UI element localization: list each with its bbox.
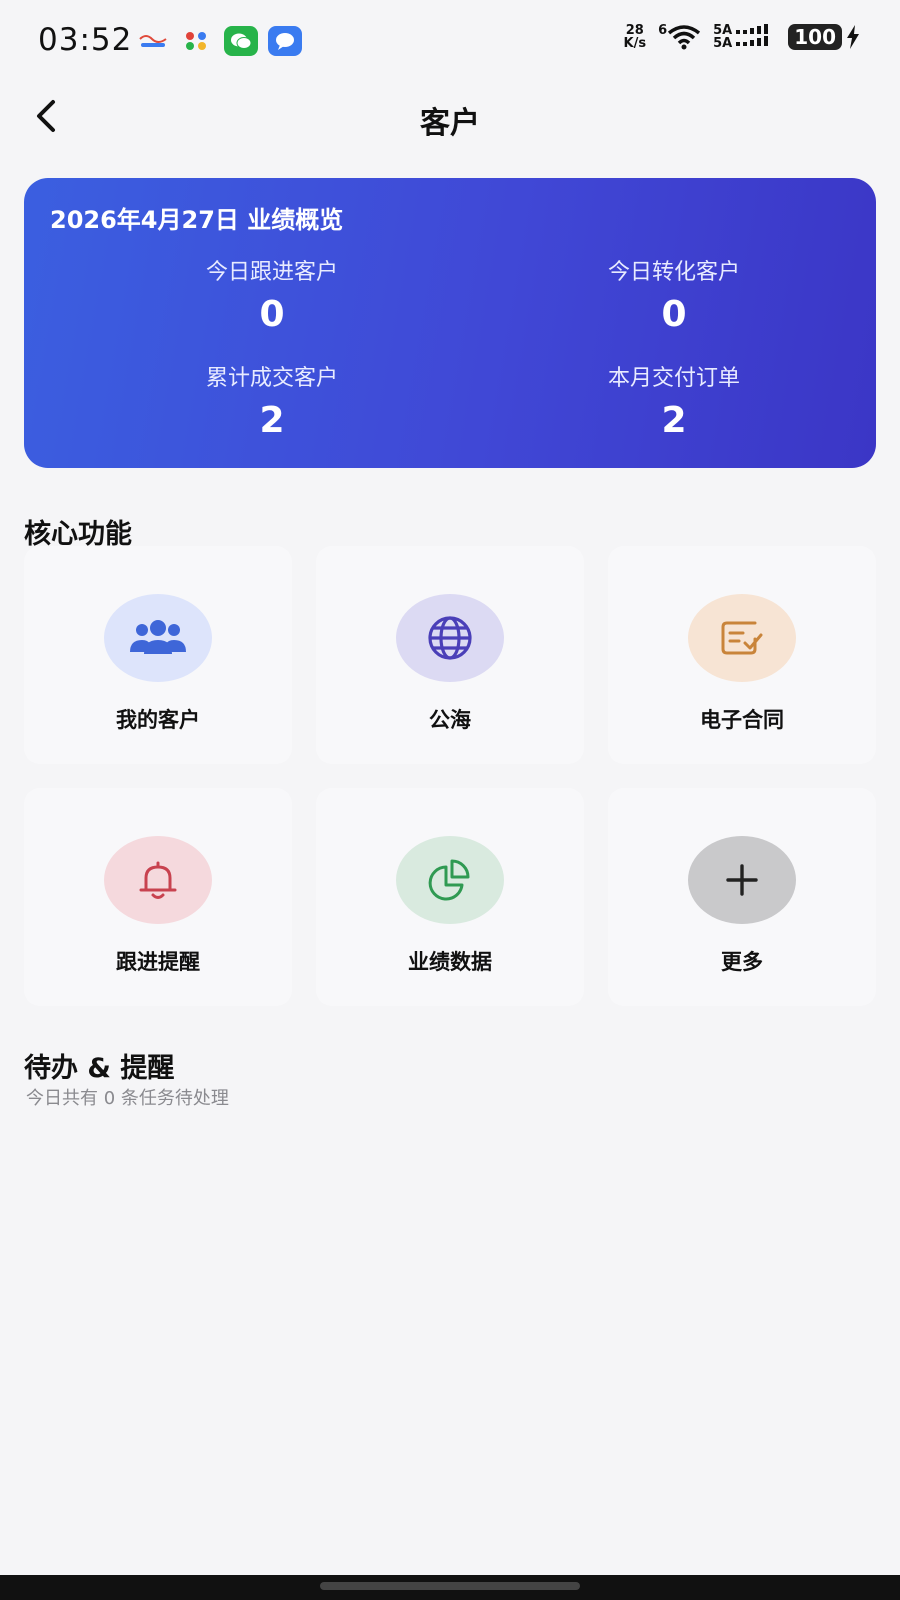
tile-label: 电子合同 (700, 708, 784, 732)
pie-chart-icon (428, 859, 470, 901)
tile-icon-bg (396, 594, 504, 682)
network-speed-unit: K/s (623, 36, 647, 51)
page-title: 客户 (420, 106, 480, 141)
tile-more[interactable]: 更多 (608, 788, 876, 1006)
wechat-icon (224, 26, 258, 56)
cellular-status: 5A 5A (713, 24, 776, 50)
stat-value: 2 (259, 400, 285, 441)
stat-value: 0 (259, 294, 285, 335)
signal-bars-icon (736, 24, 769, 46)
contract-icon (721, 621, 763, 655)
tile-icon-bg (688, 594, 796, 682)
notification-app-icon (136, 26, 170, 56)
stat-label: 累计成交客户 (205, 366, 338, 391)
charging-icon (847, 25, 859, 49)
home-indicator[interactable] (320, 1582, 580, 1590)
battery-level: 100 (788, 24, 842, 50)
header: 客户 (0, 88, 900, 148)
tile-icon-bg (104, 594, 212, 682)
status-time: 03:52 (38, 22, 133, 58)
tile-public-pool[interactable]: 公海 (316, 546, 584, 764)
notification-icons (136, 26, 302, 56)
signal-labels: 5A 5A (713, 24, 732, 50)
performance-overview-card: 2026年4月27日 业绩概览 今日跟进客户 0 今日转化客户 0 累计成交客户… (24, 178, 876, 468)
tile-label: 跟进提醒 (116, 950, 200, 974)
globe-icon (428, 616, 472, 660)
overview-title: 2026年4月27日 业绩概览 (50, 206, 344, 234)
stat-value: 2 (661, 400, 687, 441)
battery-status: 100 (788, 24, 860, 50)
tile-label: 我的客户 (116, 708, 200, 732)
stat-label: 今日转化客户 (607, 260, 740, 285)
users-icon (130, 620, 186, 654)
notification-dots-icon (180, 26, 214, 56)
status-bar: 03:52 28 K/s 6 5A 5A 100 (0, 0, 900, 90)
tile-performance-data[interactable]: 业绩数据 (316, 788, 584, 1006)
status-indicators: 28 K/s 6 5A 5A 100 (624, 24, 860, 50)
tile-icon-bg (396, 836, 504, 924)
plus-icon (726, 864, 758, 896)
stat-today-converted[interactable]: 今日转化客户 0 (524, 254, 824, 335)
todo-subtitle: 今日共有 0 条任务待处理 (26, 1088, 229, 1109)
tile-followup-reminder[interactable]: 跟进提醒 (24, 788, 292, 1006)
screen: 03:52 28 K/s 6 5A 5A 100 客户 2026年4月27日 业… (0, 0, 900, 1600)
tile-icon-bg (104, 836, 212, 924)
tile-e-contract[interactable]: 电子合同 (608, 546, 876, 764)
network-speed: 28 K/s (624, 24, 647, 50)
wifi-label: 6 (658, 23, 668, 38)
tile-icon-bg (688, 836, 796, 924)
wifi-icon (668, 25, 701, 50)
stat-label: 今日跟进客户 (205, 260, 338, 285)
todo-title: 待办 & 提醒 (24, 1053, 175, 1084)
wifi-status: 6 (658, 24, 701, 50)
stat-value: 0 (661, 294, 687, 335)
message-icon (268, 26, 302, 56)
tile-label: 公海 (429, 708, 471, 732)
tile-label: 业绩数据 (408, 950, 492, 974)
stat-today-followup[interactable]: 今日跟进客户 0 (122, 254, 422, 335)
tile-my-customers[interactable]: 我的客户 (24, 546, 292, 764)
bell-icon (139, 861, 177, 899)
signal-label-2: 5A (713, 36, 733, 51)
tile-label: 更多 (721, 950, 763, 974)
stat-month-orders[interactable]: 本月交付订单 2 (524, 360, 824, 441)
stat-total-deals[interactable]: 累计成交客户 2 (122, 360, 422, 441)
stat-label: 本月交付订单 (607, 366, 740, 391)
